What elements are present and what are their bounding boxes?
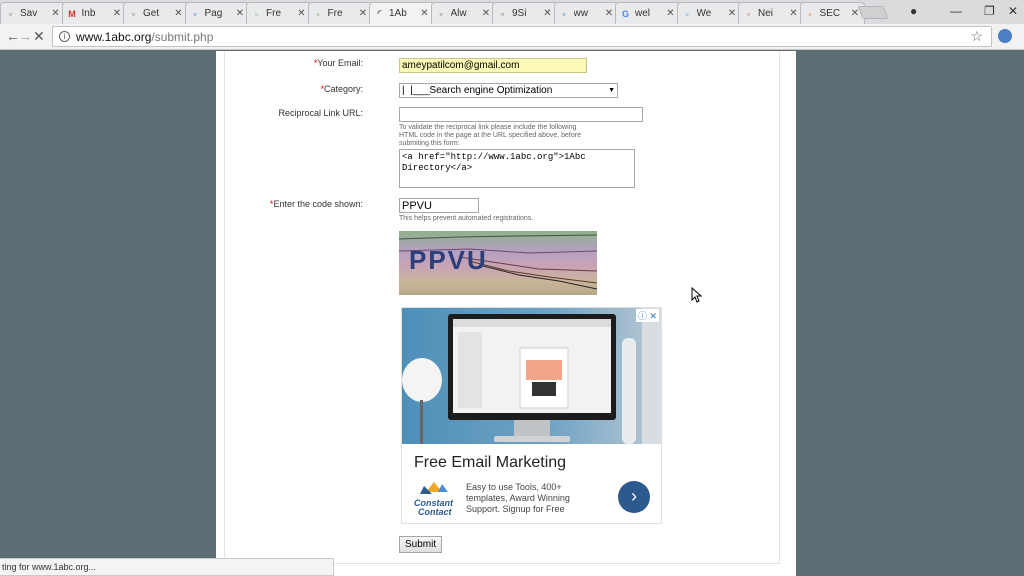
category-select[interactable]: | |___Search engine Optimization ▼ xyxy=(399,83,618,98)
grid-logo-icon: ▫ xyxy=(562,8,566,19)
tab-title: Pag xyxy=(204,8,223,19)
tab-title: Nei xyxy=(758,8,774,19)
restore-icon[interactable]: ❐ xyxy=(984,4,995,18)
tab-title: Sav xyxy=(20,8,38,19)
avatar-icon: ▫ xyxy=(746,8,751,19)
tab-close-icon[interactable]: ✕ xyxy=(358,8,368,19)
tab-title: 9Si xyxy=(512,8,527,19)
captcha-image: PPVU xyxy=(399,231,597,295)
browser-tab[interactable]: M Inb ✕ xyxy=(61,2,127,24)
browser-tab[interactable]: ▫ We ✕ xyxy=(676,2,742,24)
reciprocal-link-input[interactable] xyxy=(399,107,643,122)
browser-tab[interactable]: ▫ Fre ✕ xyxy=(307,2,373,24)
address-bar[interactable]: i www.1abc.org/submit.php ☆ xyxy=(52,26,992,47)
page-icon: ▫ xyxy=(439,8,443,19)
tab-title: Alw xyxy=(450,8,467,19)
code-hint: This helps prevent automated registratio… xyxy=(399,215,534,222)
status-bar: ting for www.1abc.org... xyxy=(0,558,334,576)
info-icon[interactable]: i xyxy=(59,31,70,42)
tab-close-icon[interactable]: ✕ xyxy=(297,8,307,19)
page-content: *Your Email: ameypatilcom@gmail.com *Cat… xyxy=(216,51,796,576)
tab-title: ww xyxy=(573,8,588,19)
url-host: www.1abc.org xyxy=(76,29,152,44)
browser-tab[interactable]: ▫ Nei ✕ xyxy=(738,2,804,24)
browser-tab[interactable]: ▫ Pag ✕ xyxy=(184,2,250,24)
email-label: *Your Email: xyxy=(313,58,363,68)
category-selected-value: | |___Search engine Optimization xyxy=(402,85,553,96)
browser-tab[interactable]: ▫ Fre ✕ xyxy=(246,2,312,24)
ad-choices[interactable]: ⓘ ✕ xyxy=(635,309,659,322)
google-icon: G xyxy=(621,8,629,19)
browser-tab[interactable]: ▫ Alw ✕ xyxy=(430,2,496,24)
browser-tab[interactable]: ▫ Get ✕ xyxy=(123,2,189,24)
reciprocal-code-textarea[interactable]: <a href="http://www.1abc.org">1Abc Direc… xyxy=(399,149,635,188)
tab-close-icon[interactable]: ✕ xyxy=(51,8,61,19)
page-icon: ▫ xyxy=(131,8,136,19)
navigation-bar: ← → ✕ i www.1abc.org/submit.php ☆ xyxy=(0,24,1024,50)
browser-tab[interactable]: ▫ ww ✕ xyxy=(553,2,619,24)
leaf-icon: ▫ xyxy=(316,8,320,19)
ad-image xyxy=(402,308,661,444)
bookmark-star-icon[interactable]: ☆ xyxy=(970,28,983,45)
close-window-icon[interactable]: ✕ xyxy=(1008,4,1018,18)
tab-close-icon[interactable]: ✕ xyxy=(112,8,122,19)
new-tab-button[interactable] xyxy=(857,6,889,19)
code-label: *Enter the code shown: xyxy=(269,199,363,209)
star-burst-icon: ▫ xyxy=(808,8,812,19)
browser-tab[interactable]: ▫ SEC ✕ xyxy=(799,2,865,24)
browser-tab[interactable]: ▫ Sav ✕ xyxy=(0,2,66,24)
ad-chevron-right-icon[interactable]: › xyxy=(618,481,650,513)
submit-form-panel: *Your Email: ameypatilcom@gmail.com *Cat… xyxy=(224,51,780,564)
tab-close-icon[interactable]: ✕ xyxy=(666,8,676,19)
captcha-text: PPVU xyxy=(409,245,488,275)
tab-close-icon[interactable]: ✕ xyxy=(789,8,799,19)
tab-close-icon[interactable]: ✕ xyxy=(604,8,614,19)
reciprocal-hint: To validate the reciprocal link please i… xyxy=(399,124,581,147)
dropdown-arrow-icon: ▼ xyxy=(608,87,615,94)
swirl-icon: ▫ xyxy=(685,8,689,19)
advertisement[interactable]: ⓘ ✕ Free Email Marketing Constant Contac… xyxy=(401,307,662,524)
tab-close-icon[interactable]: ✕ xyxy=(727,8,737,19)
tab-close-icon[interactable]: ✕ xyxy=(481,8,491,19)
brand-line-2: Contact xyxy=(418,507,453,517)
tab-title: We xyxy=(696,8,712,19)
tab-close-icon[interactable]: ✕ xyxy=(543,8,553,19)
page-icon: ▫ xyxy=(8,8,13,19)
tab-close-icon[interactable]: ✕ xyxy=(420,8,430,19)
tab-title: wel xyxy=(635,8,651,19)
ad-title[interactable]: Free Email Marketing xyxy=(414,454,566,472)
email-field[interactable]: ameypatilcom@gmail.com xyxy=(399,58,587,73)
tab-title: SEC xyxy=(819,8,841,19)
ad-description: Easy to use Tools, 400+ templates, Award… xyxy=(466,482,570,514)
submit-button[interactable]: Submit xyxy=(399,536,443,553)
profile-icon[interactable]: ● xyxy=(910,4,917,18)
minimize-icon[interactable]: — xyxy=(950,4,962,18)
constant-contact-logo: Constant Contact xyxy=(412,480,456,518)
tab-title: Inb xyxy=(81,8,96,19)
tab-title: Fre xyxy=(327,8,343,19)
leaf-icon: ▫ xyxy=(254,8,259,19)
tab-title: Get xyxy=(143,8,160,19)
reciprocal-link-label: Reciprocal Link URL: xyxy=(278,108,363,118)
stop-loading-icon[interactable]: ✕ xyxy=(33,28,45,45)
extension-icon[interactable] xyxy=(998,29,1012,43)
a-logo-icon: ▫ xyxy=(193,8,197,19)
forward-arrow-icon[interactable]: → xyxy=(18,28,32,44)
category-label: *Category: xyxy=(320,84,363,94)
captcha-code-input[interactable]: PPVU xyxy=(399,198,479,213)
mouse-cursor-icon xyxy=(691,287,703,303)
browser-tab[interactable]: Gwel ✕ xyxy=(615,2,681,24)
tab-close-icon[interactable]: ✕ xyxy=(235,8,245,19)
tab-title: 1Ab xyxy=(389,8,407,19)
gmail-icon: M xyxy=(68,8,76,19)
browser-tab[interactable]: ▫ 9Si ✕ xyxy=(492,2,558,24)
loading-icon: ◜ xyxy=(377,8,382,18)
page-icon: ▫ xyxy=(500,8,505,19)
url-path: /submit.php xyxy=(151,29,214,44)
browser-tab[interactable]: ◜ 1Ab ✕ xyxy=(369,2,435,24)
tab-close-icon[interactable]: ✕ xyxy=(174,8,184,19)
tab-title: Fre xyxy=(266,8,281,19)
